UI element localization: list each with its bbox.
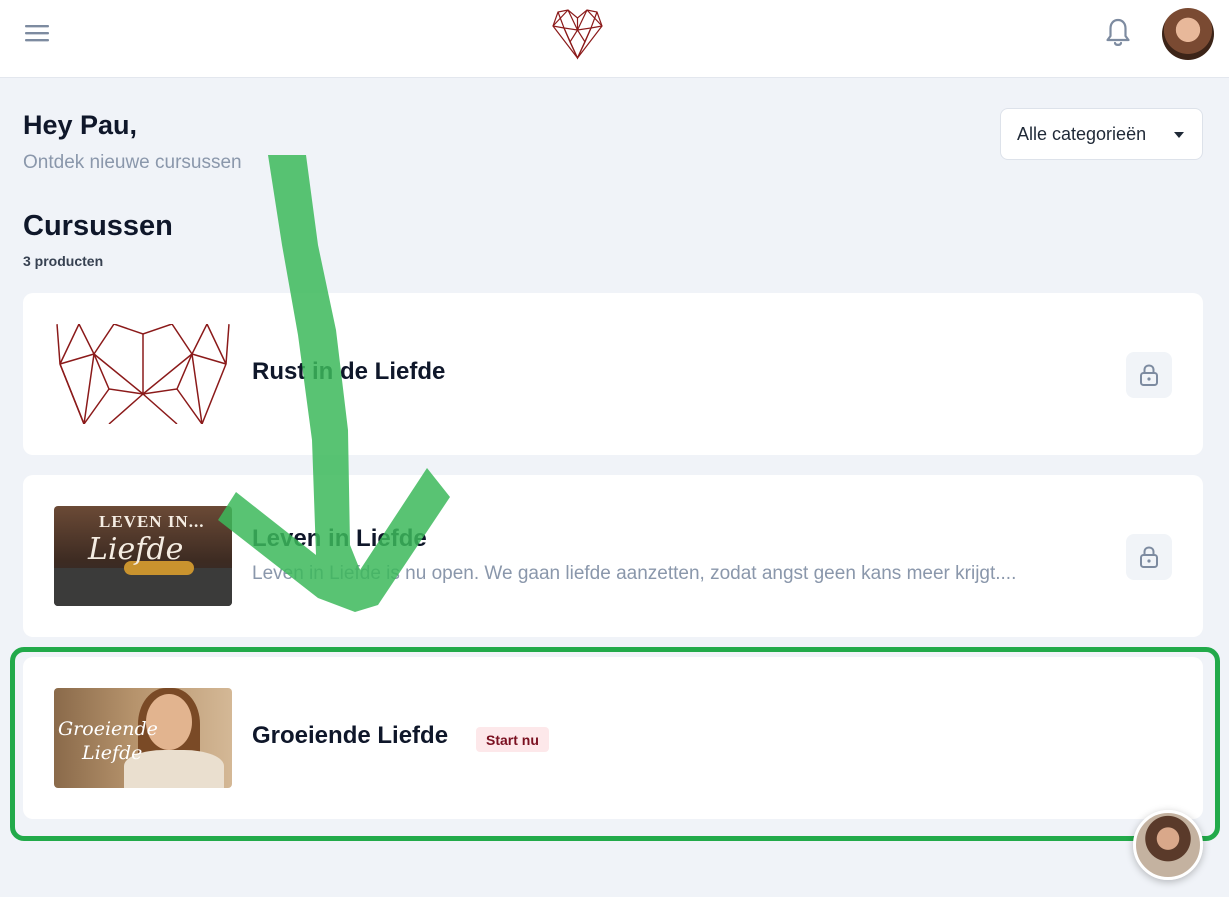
- lock-button[interactable]: [1126, 352, 1172, 398]
- course-card-groeiende-liefde[interactable]: Groeiende Liefde Groeiende Liefde Start …: [23, 657, 1203, 819]
- product-count: 3 producten: [23, 253, 104, 269]
- course-title[interactable]: Leven in Liefde: [252, 525, 427, 553]
- heart-logo-icon[interactable]: [550, 8, 605, 60]
- course-description: Leven in Liefde is nu open. We gaan lief…: [252, 563, 1017, 584]
- thumbnail-text-top: LEVEN IN...: [99, 512, 205, 531]
- top-navigation-bar: [0, 0, 1229, 78]
- start-now-badge[interactable]: Start nu: [476, 727, 549, 752]
- bell-icon[interactable]: [1104, 17, 1132, 49]
- course-card-leven-in-liefde[interactable]: LEVEN IN... Liefde Leven in Liefde Leven…: [23, 475, 1203, 637]
- course-title[interactable]: Groeiende Liefde: [252, 722, 448, 750]
- section-title: Cursussen: [23, 210, 173, 242]
- lock-button[interactable]: [1126, 534, 1172, 580]
- thumbnail-text-bottom: Liefde: [82, 742, 143, 764]
- chat-widget-button[interactable]: [1133, 810, 1203, 880]
- course-thumbnail: LEVEN IN... Liefde: [54, 506, 232, 606]
- greeting-title: Hey Pau,: [23, 110, 138, 140]
- course-card-rust-in-de-liefde[interactable]: Rust in de Liefde: [23, 293, 1203, 455]
- category-filter-dropdown[interactable]: Alle categorieën: [1000, 108, 1203, 160]
- user-avatar[interactable]: [1162, 8, 1214, 60]
- chevron-down-icon: [1174, 132, 1184, 138]
- hamburger-menu-icon[interactable]: [25, 21, 51, 45]
- course-thumbnail: Groeiende Liefde: [54, 688, 232, 788]
- greeting-subtitle: Ontdek nieuwe cursussen: [23, 152, 242, 173]
- geometric-heart-icon: [56, 324, 230, 424]
- thumbnail-text-script: Liefde: [88, 532, 184, 567]
- course-thumbnail: [54, 324, 232, 424]
- thumbnail-text-top: Groeiende: [58, 718, 158, 740]
- lock-icon: [1140, 364, 1158, 386]
- lock-icon: [1140, 546, 1158, 568]
- category-filter-value: Alle categorieën: [1017, 123, 1147, 144]
- course-title[interactable]: Rust in de Liefde: [252, 358, 445, 386]
